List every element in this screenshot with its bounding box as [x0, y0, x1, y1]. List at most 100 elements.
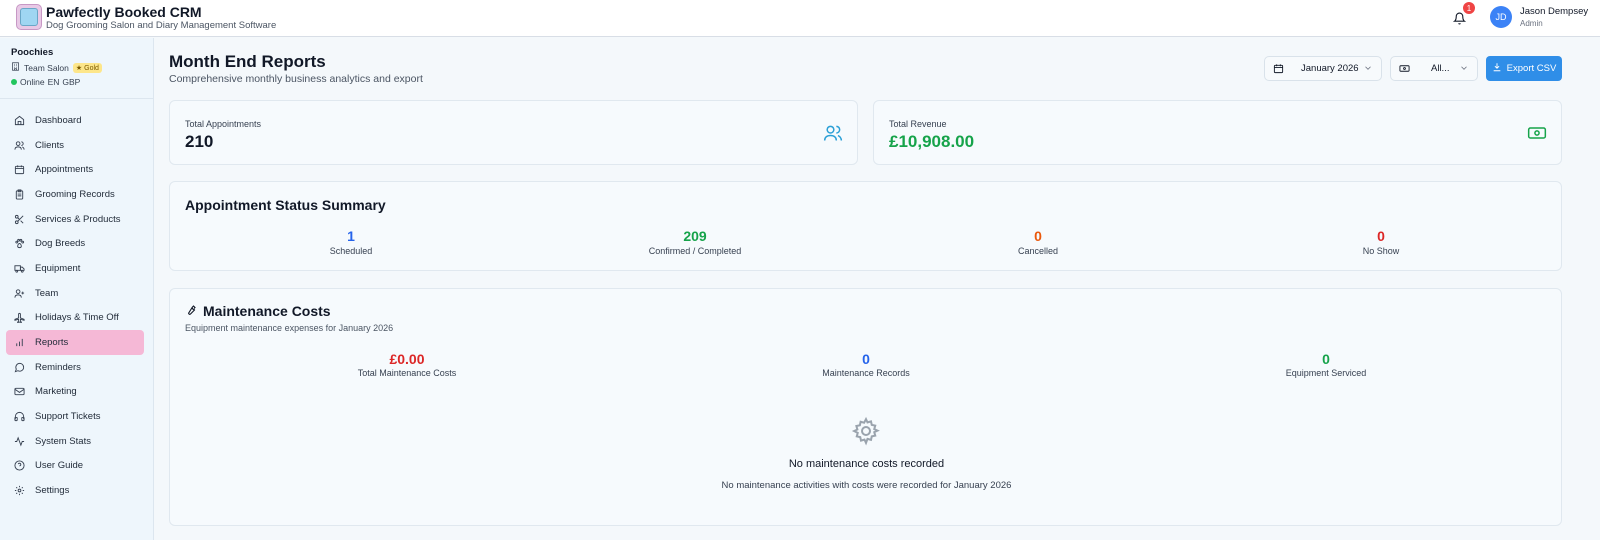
sidebar-item-label: Reports — [35, 337, 69, 349]
filter-select[interactable]: All... — [1390, 56, 1478, 81]
stat-value: £10,908.00 — [889, 132, 975, 151]
scissors-icon — [13, 213, 25, 225]
stat-label: Total Revenue — [889, 119, 947, 129]
maintenance-label: Total Maintenance Costs — [357, 368, 457, 378]
sidebar-item-user-guide[interactable]: User Guide — [6, 454, 144, 479]
page-title: Month End Reports — [169, 52, 326, 71]
divider — [0, 98, 154, 99]
maintenance-equipment-serviced: 0 Equipment Serviced — [1226, 351, 1426, 378]
status-value: 0 — [1034, 228, 1042, 244]
status-label: Cancelled — [1017, 246, 1059, 256]
gear-icon — [851, 416, 881, 446]
status-value: 0 — [1377, 228, 1385, 244]
sidebar-item-reports[interactable]: Reports — [6, 330, 144, 355]
chevron-down-icon — [1459, 63, 1469, 73]
maintenance-value: 0 — [862, 351, 870, 367]
users-icon — [13, 139, 25, 151]
sidebar-item-label: Support Tickets — [35, 411, 101, 423]
export-csv-button[interactable]: Export CSV — [1486, 56, 1562, 81]
activity-icon — [13, 435, 25, 447]
sidebar-item-holidays[interactable]: Holidays & Time Off — [6, 306, 144, 331]
month-select[interactable]: January 2026 — [1264, 56, 1382, 81]
org-team: Team Salon ★ Gold — [11, 62, 102, 73]
message-icon — [13, 361, 25, 373]
status-label: Scheduled — [329, 246, 373, 256]
download-icon — [1492, 62, 1502, 75]
gear-icon — [13, 485, 25, 497]
section-title: Appointment Status Summary — [185, 197, 386, 213]
sidebar-item-settings[interactable]: Settings — [6, 478, 144, 503]
maintenance-value: £0.00 — [389, 351, 425, 367]
stat-label: Total Appointments — [185, 119, 262, 129]
sidebar-item-label: Settings — [35, 485, 70, 497]
status-no-show: 0 No Show — [1281, 228, 1481, 256]
cash-icon — [1399, 63, 1411, 75]
status-text: Online — [20, 77, 45, 87]
app-title: Pawfectly Booked CRM — [46, 4, 202, 20]
users-icon — [823, 123, 843, 143]
month-select-value: January 2026 — [1301, 63, 1359, 74]
org-name: Poochies — [11, 47, 54, 58]
maintenance-label: Equipment Serviced — [1285, 368, 1367, 378]
notification-badge: 1 — [1463, 2, 1475, 14]
language-text: EN — [47, 77, 60, 87]
building-icon — [11, 62, 20, 73]
app-logo[interactable] — [16, 4, 42, 30]
stat-value: 210 — [185, 132, 214, 151]
sidebar-item-reminders[interactable]: Reminders — [6, 355, 144, 380]
sidebar-nav: Dashboard Clients Appointments Grooming … — [6, 108, 144, 503]
sidebar-item-label: System Stats — [35, 435, 91, 447]
help-circle-icon — [13, 460, 25, 472]
sidebar-item-label: Reminders — [35, 361, 81, 373]
status-label: Confirmed / Completed — [648, 246, 742, 256]
sidebar-item-grooming-records[interactable]: Grooming Records — [6, 182, 144, 207]
home-icon — [13, 114, 25, 126]
status-value: 209 — [683, 228, 707, 244]
online-dot-icon — [11, 79, 17, 85]
sidebar-item-label: Grooming Records — [35, 188, 115, 200]
headphones-icon — [13, 411, 25, 423]
sidebar-item-label: Appointments — [35, 164, 94, 176]
team-name: Team Salon — [24, 62, 69, 73]
sidebar-item-label: User Guide — [35, 460, 84, 472]
sidebar-item-system-stats[interactable]: System Stats — [6, 429, 144, 454]
calendar-icon — [1273, 63, 1285, 75]
sidebar-item-marketing[interactable]: Marketing — [6, 380, 144, 405]
avatar[interactable]: JD — [1490, 6, 1512, 28]
user-role: Admin — [1520, 19, 1543, 28]
maintenance-records: 0 Maintenance Records — [766, 351, 966, 378]
star-icon: ★ — [75, 64, 83, 72]
maintenance-subtitle: Equipment maintenance expenses for Janua… — [185, 323, 394, 333]
sidebar-item-support-tickets[interactable]: Support Tickets — [6, 404, 144, 429]
total-appointments-card: Total Appointments 210 — [169, 100, 858, 165]
clipboard-icon — [13, 188, 25, 200]
sidebar-item-label: Team — [35, 287, 59, 299]
sidebar-item-dog-breeds[interactable]: Dog Breeds — [6, 231, 144, 256]
sidebar-item-label: Dog Breeds — [35, 238, 86, 250]
empty-state-subtitle: No maintenance activities with costs wer… — [721, 480, 1012, 491]
mail-icon — [13, 386, 25, 398]
paw-icon — [13, 238, 25, 250]
app-subtitle: Dog Grooming Salon and Diary Management … — [46, 20, 277, 31]
filter-select-value: All... — [1431, 63, 1450, 74]
tier-badge: ★ Gold — [72, 62, 102, 73]
sidebar-item-equipment[interactable]: Equipment — [6, 256, 144, 281]
export-label: Export CSV — [1506, 63, 1557, 74]
maintenance-costs-card: Maintenance Costs Equipment maintenance … — [169, 288, 1562, 526]
chevron-down-icon — [1363, 63, 1373, 73]
status-confirmed: 209 Confirmed / Completed — [595, 228, 795, 256]
sidebar-item-services-products[interactable]: Services & Products — [6, 207, 144, 232]
maintenance-title: Maintenance Costs — [185, 303, 331, 319]
top-bar: Pawfectly Booked CRM Dog Grooming Salon … — [0, 0, 1600, 37]
empty-state-title: No maintenance costs recorded — [788, 458, 945, 470]
sidebar-item-label: Marketing — [35, 386, 77, 398]
sidebar-item-team[interactable]: Team — [6, 281, 144, 306]
maintenance-value: 0 — [1322, 351, 1330, 367]
sidebar-item-dashboard[interactable]: Dashboard — [6, 108, 144, 133]
sidebar-item-appointments[interactable]: Appointments — [6, 157, 144, 182]
wrench-icon — [185, 303, 197, 319]
calendar-icon — [13, 164, 25, 176]
user-name[interactable]: Jason Dempsey — [1520, 6, 1588, 17]
sidebar-item-clients[interactable]: Clients — [6, 133, 144, 158]
truck-icon — [13, 262, 25, 274]
